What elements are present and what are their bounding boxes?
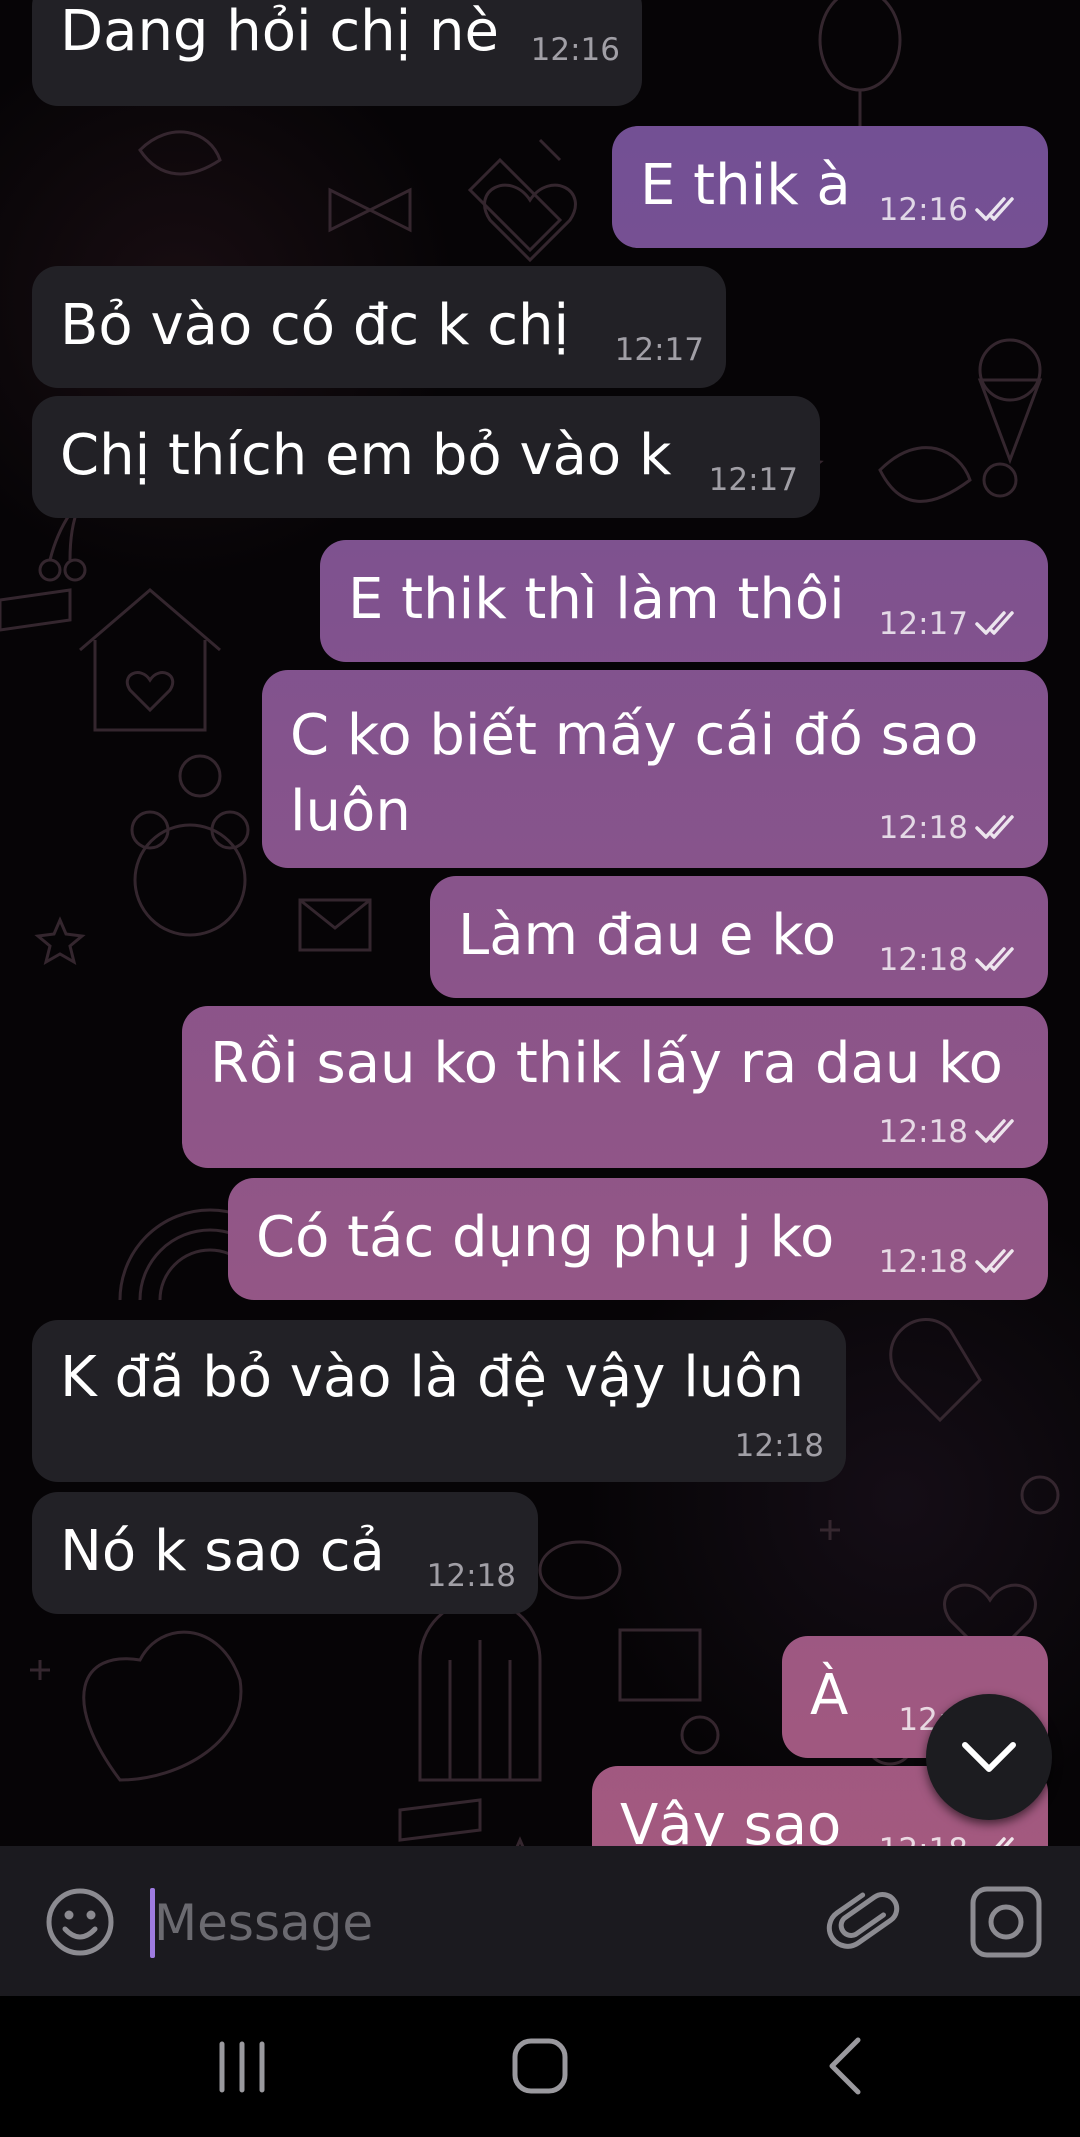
outgoing-message[interactable]: Làm đau e ko 12:18 [430,876,1048,998]
double-check-icon [975,947,1014,971]
message-time: 12:18 [426,1558,516,1594]
smiley-icon[interactable] [44,1886,116,1958]
message-time: 12:17 [878,606,968,642]
home-icon[interactable] [510,2036,570,2096]
message-meta: 12:17 [615,332,704,368]
double-check-icon [975,1119,1014,1143]
back-icon[interactable] [822,2034,866,2098]
outgoing-message[interactable]: C ko biết mấy cái đó sao luôn 12:18 [262,670,1048,868]
recent-apps-icon[interactable] [212,2040,272,2094]
double-check-icon [975,815,1014,839]
incoming-message[interactable]: K đã bỏ vào là đệ vậy luôn 12:18 [32,1320,846,1482]
message-meta: 12:17 [879,606,1028,642]
outgoing-message[interactable]: E thik thì làm thôi 12:17 [320,540,1048,662]
chat-area[interactable]: Dang hỏi chị nè 12:16 E thik à 12:16 Bỏ vào … [0,0,1080,1846]
outgoing-message[interactable]: Rồi sau ko thik lấy ra dau ko 12:18 [182,1006,1048,1168]
double-check-icon [975,611,1014,635]
message-time: 12:16 [878,192,968,228]
message-meta: 12:18 [879,1114,1028,1150]
chevron-down-icon [962,1742,1016,1772]
message-text: Chị thích em bỏ vào k [60,423,672,488]
message-text: Rồi sau ko thik lấy ra dau ko [210,1031,1003,1096]
message-time: 12:16 [530,32,620,68]
message-meta: 12:17 [709,462,798,498]
message-text: Làm đau e ko [458,903,836,968]
paperclip-icon[interactable] [826,1882,906,1962]
double-check-icon [995,1837,1014,1846]
message-time: 12:17 [614,332,704,368]
message-text: E thik à [640,153,851,218]
incoming-message[interactable]: Bỏ vào có đc k chị 12:17 [32,266,726,388]
message-meta: 12:18 [879,1832,1028,1846]
message-time: 12:18 [878,1244,968,1280]
message-text: K đã bỏ vào là đệ vậy luôn [60,1345,804,1410]
message-time: 12:18 [878,942,968,978]
message-text: À [810,1663,849,1728]
message-text: Vậy sao [620,1793,842,1846]
message-text: Bỏ vào có đc k chị [60,293,570,358]
message-time: 12:18 [734,1428,824,1464]
message-meta: 12:18 [735,1428,824,1464]
message-time: 12:18 [878,810,968,846]
message-input-bar: Message [0,1846,1080,1996]
message-meta: 12:18 [427,1558,516,1594]
message-text: Nó k sao cả [60,1519,385,1584]
double-check-icon [975,1249,1014,1273]
incoming-message[interactable]: Dang hỏi chị nè 12:16 [32,0,642,106]
message-text: Có tác dụng phụ j ko [256,1205,835,1270]
message-meta: 12:18 [879,810,1028,846]
message-time: 12:18 [879,1832,968,1846]
message-meta: 12:16 [531,32,620,68]
incoming-message[interactable]: Nó k sao cả 12:18 [32,1492,538,1614]
double-check-icon [975,197,1014,221]
message-time: 12:18 [878,1114,968,1150]
camera-icon[interactable] [968,1884,1044,1960]
message-meta: 12:16 [879,192,1028,228]
outgoing-message[interactable]: E thik à 12:16 [612,126,1048,248]
system-navigation-bar [0,1996,1080,2137]
message-text: Dang hỏi chị nè [60,0,499,64]
message-meta: 12:18 [879,1244,1028,1280]
scroll-to-bottom-button[interactable] [926,1694,1052,1820]
incoming-message[interactable]: Chị thích em bỏ vào k 12:17 [32,396,820,518]
message-time: 12:17 [708,462,798,498]
outgoing-message[interactable]: Có tác dụng phụ j ko 12:18 [228,1178,1048,1300]
message-text: E thik thì làm thôi [348,567,845,632]
message-input[interactable]: Message [154,1890,373,1956]
message-meta: 12:18 [879,942,1028,978]
